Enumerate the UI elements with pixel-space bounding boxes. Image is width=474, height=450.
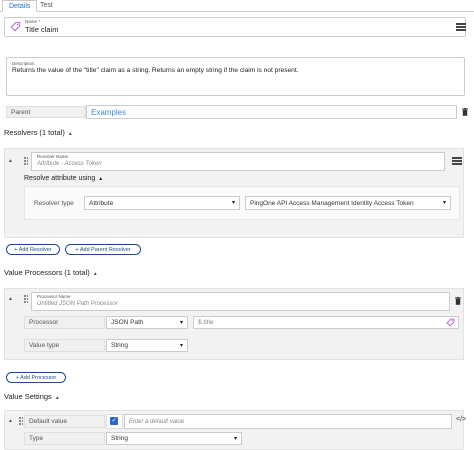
code-icon[interactable]: </> — [456, 416, 466, 423]
default-value-label: Default value — [24, 415, 105, 428]
add-resolver-button[interactable]: + Add Resolver — [6, 244, 60, 255]
add-processor-button[interactable]: + Add Processor — [6, 372, 66, 383]
drag-handle-icon[interactable] — [19, 417, 23, 425]
resolver-source-select[interactable]: PingOne API Access Management Identity A… — [245, 196, 451, 210]
processor-select[interactable]: JSON Path ▾ — [106, 316, 188, 329]
tab-details[interactable]: Details — [2, 0, 38, 12]
value-settings-header[interactable]: Value Settings ▲ — [4, 392, 60, 401]
chevron-down-icon: ▾ — [231, 200, 235, 206]
resolver-type-label: Resolver type — [34, 200, 74, 207]
name-field[interactable]: Title claim — [25, 25, 58, 34]
hamburger-menu-icon[interactable] — [456, 23, 466, 31]
drag-handle-icon[interactable] — [24, 295, 28, 303]
default-value-checkbox[interactable]: ✓ — [110, 417, 118, 425]
chevron-down-icon: ▾ — [179, 320, 183, 326]
description-label: Description — [12, 61, 35, 66]
resolver-type-select[interactable]: Attribute ▾ — [84, 196, 240, 210]
name-label: Name * — [25, 19, 41, 24]
tab-bar — [0, 0, 474, 12]
resolve-attribute-header[interactable]: Resolve attribute using ▲ — [24, 175, 103, 182]
collapse-caret-icon[interactable]: ▲ — [8, 296, 13, 302]
value-processors-header[interactable]: Value Processors (1 total) ▲ — [4, 268, 98, 277]
resolver-name-label: Resolver Name — [37, 154, 69, 159]
description-value: Returns the value of the "title" claim a… — [12, 67, 299, 74]
type-label: Type — [24, 432, 105, 445]
add-parent-resolver-button[interactable]: + Add Parent Resolver — [65, 244, 141, 255]
type-select[interactable]: String ▾ — [106, 432, 242, 445]
caret-up-icon: ▲ — [67, 131, 73, 137]
collapse-caret-icon[interactable]: ▲ — [8, 158, 13, 164]
description-field[interactable]: Description Returns the value of the "ti… — [6, 57, 465, 96]
trash-icon[interactable] — [462, 108, 468, 116]
chevron-down-icon: ▾ — [442, 200, 446, 206]
expression-field[interactable]: $.title — [193, 316, 459, 329]
parent-label: Parent — [6, 106, 86, 118]
parent-field[interactable]: Examples — [86, 105, 457, 119]
trash-icon[interactable] — [455, 297, 461, 305]
resolver-name-placeholder: Attribute - Access Token — [37, 161, 102, 167]
tag-icon[interactable] — [446, 318, 455, 329]
tag-icon — [10, 21, 21, 34]
processor-name-label: Processor Name — [37, 294, 71, 299]
drag-handle-icon[interactable] — [24, 157, 28, 165]
processor-name-placeholder: Untitled JSON Path Processor — [37, 301, 118, 307]
chevron-down-icon: ▾ — [233, 436, 237, 442]
caret-up-icon: ▲ — [98, 176, 104, 182]
value-type-select[interactable]: String ▾ — [106, 339, 188, 352]
chevron-down-icon: ▾ — [179, 343, 183, 349]
resolver-menu-icon[interactable] — [452, 157, 462, 165]
processor-label: Processor — [24, 316, 105, 329]
caret-up-icon: ▲ — [92, 271, 98, 277]
collapse-caret-icon[interactable]: ▲ — [8, 418, 13, 424]
caret-up-icon: ▲ — [54, 395, 60, 401]
resolvers-header[interactable]: Resolvers (1 total) ▲ — [4, 128, 73, 137]
tab-test[interactable]: Test — [34, 0, 59, 12]
default-value-field[interactable]: Enter a default value — [124, 414, 452, 429]
name-card — [4, 17, 466, 37]
value-type-label: Value type — [24, 339, 105, 352]
